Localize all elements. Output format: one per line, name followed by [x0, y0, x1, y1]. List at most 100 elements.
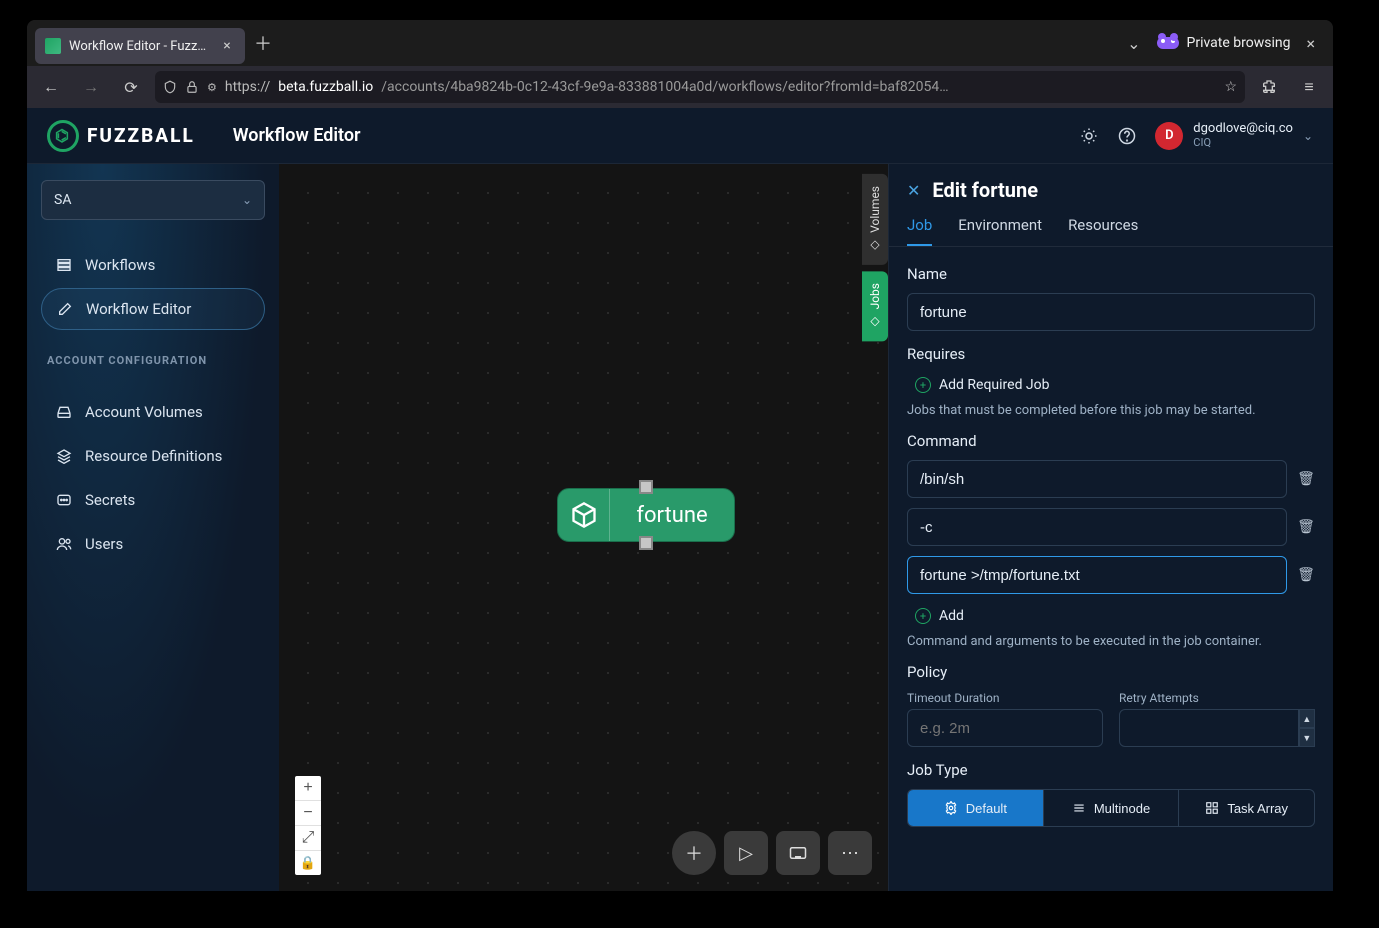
app-menu-icon[interactable]: ≡: [1293, 71, 1325, 103]
zoom-controls: + − ⤢ 🔒: [295, 776, 321, 875]
timeout-label: Timeout Duration: [907, 691, 1103, 705]
tab-title: Workflow Editor - Fuzzb…: [69, 39, 211, 54]
requires-hint: Jobs that must be completed before this …: [907, 403, 1315, 418]
sidebar-item-label: Account Volumes: [85, 403, 203, 421]
drive-icon: [55, 404, 73, 420]
retry-increment[interactable]: ▲: [1299, 709, 1315, 728]
edit-panel: ✕ Edit fortune Job Environment Resources…: [888, 164, 1333, 891]
chevron-down-icon: ⌄: [242, 193, 252, 207]
private-browsing-label: Private browsing: [1187, 35, 1291, 51]
sidebar-item-label: Users: [85, 535, 123, 553]
zoom-out-button[interactable]: −: [295, 801, 321, 825]
sidebar-item-secrets[interactable]: Secrets: [41, 479, 265, 521]
url-path: /accounts/4ba9824b-0c12-43cf-9e9a-833881…: [381, 79, 1216, 95]
sidebar-item-account-volumes[interactable]: Account Volumes: [41, 391, 265, 433]
brand-logo[interactable]: ⌬ FUZZBALL: [47, 120, 195, 152]
add-command-label: Add: [939, 608, 964, 624]
theme-toggle-icon[interactable]: [1079, 126, 1099, 146]
add-required-job-label: Add Required Job: [939, 377, 1050, 393]
node-port-top[interactable]: [639, 480, 653, 494]
help-icon[interactable]: [1117, 126, 1137, 146]
edit-icon: [56, 301, 74, 317]
forward-button[interactable]: →: [75, 71, 107, 103]
private-browsing-indicator: Private browsing: [1157, 35, 1291, 51]
retry-input[interactable]: [1119, 709, 1299, 747]
tab-environment[interactable]: Environment: [958, 216, 1042, 246]
close-panel-icon[interactable]: ✕: [907, 181, 920, 200]
jobtype-multinode-label: Multinode: [1094, 801, 1150, 816]
sidebar-item-label: Workflows: [85, 256, 155, 274]
user-menu[interactable]: D dgodlove@ciq.co CIQ ⌄: [1155, 122, 1313, 150]
run-button[interactable]: ▷: [724, 831, 768, 875]
command-hint: Command and arguments to be executed in …: [907, 634, 1315, 649]
back-button[interactable]: ←: [35, 71, 67, 103]
command-arg-0[interactable]: [907, 460, 1287, 498]
sidebar: SA ⌄ Workflows Workflow Editor: [27, 164, 279, 891]
node-port-bottom[interactable]: [639, 536, 653, 550]
name-label: Name: [907, 265, 1315, 283]
reload-button[interactable]: ⟳: [115, 71, 147, 103]
app-header: ⌬ FUZZBALL Workflow Editor D dgodlove@ci…: [27, 108, 1333, 164]
jobtype-default-label: Default: [966, 801, 1007, 816]
command-arg-2[interactable]: [907, 556, 1287, 594]
url-protocol: https://: [225, 79, 270, 95]
add-required-job-button[interactable]: + Add Required Job: [915, 377, 1315, 393]
page-title: Workflow Editor: [233, 125, 361, 146]
keyboard-button[interactable]: [776, 831, 820, 875]
jobtype-taskarray[interactable]: Task Array: [1178, 790, 1314, 826]
lock-button[interactable]: 🔒: [295, 851, 321, 875]
window-close-icon[interactable]: ×: [1306, 34, 1315, 53]
tab-resources[interactable]: Resources: [1068, 216, 1138, 246]
chevron-down-icon: ⌄: [1303, 129, 1313, 143]
requires-label: Requires: [907, 345, 1315, 363]
more-button[interactable]: ⋯: [828, 831, 872, 875]
rail-tab-volumes[interactable]: ◇ Volumes: [862, 174, 888, 265]
new-tab-button[interactable]: ＋: [249, 29, 277, 57]
zoom-in-button[interactable]: +: [295, 776, 321, 800]
rail-tab-jobs[interactable]: ◇ Jobs: [862, 271, 888, 341]
browser-tab[interactable]: Workflow Editor - Fuzzb… ×: [35, 28, 245, 64]
cube-icon: [558, 489, 610, 541]
sidebar-item-workflow-editor[interactable]: Workflow Editor: [41, 288, 265, 330]
tabs-dropdown-icon[interactable]: ⌄: [1127, 34, 1140, 53]
jobtype-toggle: Default Multinode Task Array: [907, 789, 1315, 827]
tab-job[interactable]: Job: [907, 216, 932, 246]
delete-arg-icon[interactable]: 🗑: [1297, 519, 1315, 535]
jobtype-default[interactable]: Default: [908, 790, 1043, 826]
rail-tab-label: Jobs: [868, 283, 882, 309]
timeout-input[interactable]: [907, 709, 1103, 747]
close-tab-icon[interactable]: ×: [219, 38, 235, 54]
sidebar-item-resource-definitions[interactable]: Resource Definitions: [41, 435, 265, 477]
jobtype-taskarray-label: Task Array: [1227, 801, 1288, 816]
delete-arg-icon[interactable]: 🗑: [1297, 567, 1315, 583]
list-icon: [55, 257, 73, 273]
canvas[interactable]: fortune ◇ Volumes ◇ Jobs + − ⤢: [279, 164, 888, 891]
panel-title: Edit fortune: [932, 178, 1038, 202]
cube-icon: ◇: [868, 315, 882, 329]
project-selector[interactable]: SA ⌄: [41, 180, 265, 220]
url-bar[interactable]: ⚙ https:// beta.fuzzball.io/accounts/4ba9…: [155, 71, 1245, 103]
job-node-fortune[interactable]: fortune: [557, 488, 735, 542]
fit-view-button[interactable]: ⤢: [295, 826, 321, 850]
bookmark-icon[interactable]: ☆: [1224, 79, 1237, 95]
plus-icon: +: [915, 377, 931, 393]
sidebar-item-users[interactable]: Users: [41, 523, 265, 565]
url-host: beta.fuzzball.io: [278, 79, 373, 95]
extensions-icon[interactable]: [1253, 71, 1285, 103]
command-arg-1[interactable]: [907, 508, 1287, 546]
add-command-arg-button[interactable]: + Add: [915, 608, 1315, 624]
favicon: [45, 38, 61, 54]
cube-icon: ◇: [868, 239, 882, 253]
sidebar-item-label: Resource Definitions: [85, 447, 222, 465]
retry-decrement[interactable]: ▼: [1299, 728, 1315, 747]
jobtype-multinode[interactable]: Multinode: [1043, 790, 1179, 826]
delete-arg-icon[interactable]: 🗑: [1297, 471, 1315, 487]
project-selector-value: SA: [54, 192, 71, 208]
permissions-icon: ⚙: [207, 81, 217, 94]
retry-label: Retry Attempts: [1119, 691, 1315, 705]
add-node-button[interactable]: ＋: [672, 831, 716, 875]
name-input[interactable]: [907, 293, 1315, 331]
key-icon: [55, 492, 73, 508]
sidebar-item-workflows[interactable]: Workflows: [41, 244, 265, 286]
sidebar-item-label: Workflow Editor: [86, 300, 191, 318]
